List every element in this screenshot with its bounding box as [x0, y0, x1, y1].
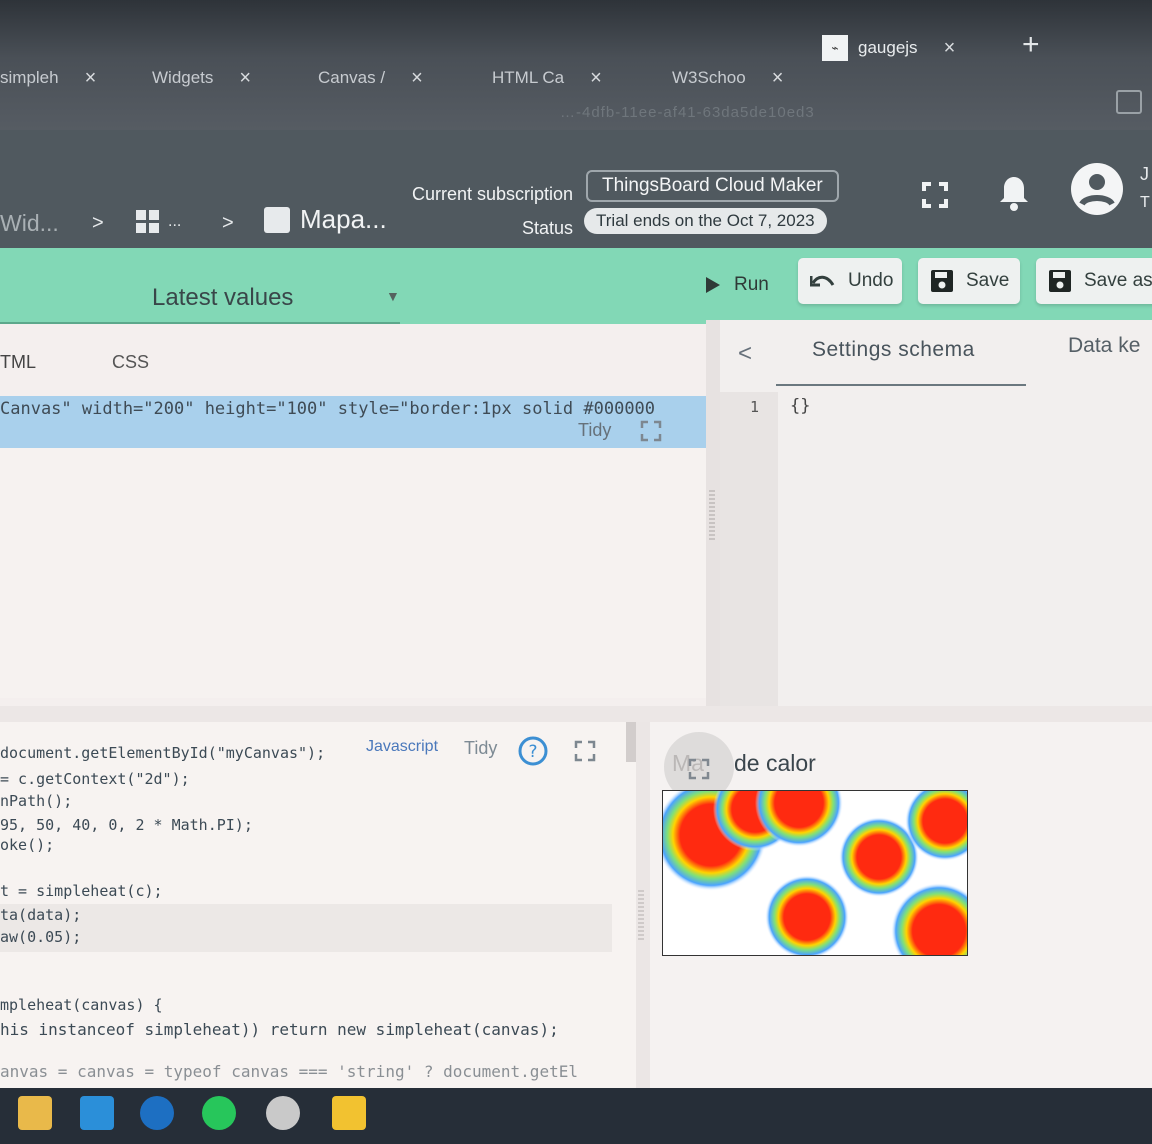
line-number-gutter	[720, 392, 778, 716]
code-line: anvas = canvas = typeof canvas === 'stri…	[0, 1062, 578, 1081]
undo-icon	[810, 275, 835, 287]
chart-widget-icon	[264, 206, 290, 233]
tab-label: HTML Ca	[492, 68, 565, 87]
undo-label: Undo	[848, 270, 894, 291]
breadcrumb-label: Mapa...	[300, 204, 387, 234]
new-tab-button[interactable]: +	[1022, 28, 1040, 62]
close-icon[interactable]: ×	[772, 67, 784, 90]
subscription-chip[interactable]: ThingsBoard Cloud Maker	[586, 170, 839, 202]
heat-spot	[891, 883, 967, 955]
tab-css[interactable]: CSS	[112, 352, 149, 373]
breadcrumb-current: Mapa...	[264, 204, 387, 235]
splitter-grip	[638, 890, 644, 940]
browser-tab[interactable]: Canvas / ×	[318, 62, 423, 94]
bell-icon[interactable]	[998, 174, 1030, 212]
save-as-button[interactable]: Save as	[1036, 258, 1152, 304]
tab-html[interactable]: TML	[0, 352, 36, 373]
fullscreen-icon[interactable]	[688, 758, 710, 780]
tab-data-keys[interactable]: Data ke	[1068, 334, 1140, 358]
play-icon	[706, 277, 720, 293]
floppy-disk-icon	[1049, 270, 1071, 292]
subscription-label: Current subscription	[412, 184, 574, 204]
browser-tab-active[interactable]: ⌁ gaugejs ×	[822, 32, 955, 64]
scrollbar[interactable]	[626, 722, 636, 762]
heatmap-canvas	[662, 790, 968, 956]
active-code-line	[0, 904, 612, 952]
heat-spot	[765, 875, 849, 955]
save-as-label: Save as	[1084, 270, 1152, 291]
close-icon[interactable]: ×	[85, 67, 97, 90]
code-line: nPath();	[0, 792, 73, 810]
close-icon[interactable]: ×	[411, 67, 423, 90]
close-icon[interactable]: ×	[590, 67, 602, 90]
html-tidy-button[interactable]: Tidy	[578, 420, 611, 441]
help-icon[interactable]: ?	[518, 736, 548, 766]
expand-icon[interactable]	[640, 420, 662, 442]
floppy-disk-icon	[931, 270, 953, 292]
save-label: Save	[966, 270, 1010, 291]
undo-button[interactable]: Undo	[798, 258, 902, 304]
breadcrumb-separator: >	[92, 212, 104, 234]
browser-tab[interactable]: W3Schoo ×	[672, 62, 783, 94]
js-tidy-button[interactable]: Tidy	[464, 738, 497, 759]
code-line: aw(0.05);	[0, 928, 82, 946]
code-line: oke();	[0, 836, 55, 854]
settings-panel	[720, 320, 1152, 716]
user-name: J	[1140, 164, 1149, 184]
splitter-grip	[709, 490, 715, 542]
line-number: 1	[750, 398, 760, 416]
widget-type-value: Latest values	[152, 284, 294, 311]
status-label: Status	[522, 218, 574, 238]
code-line: 95, 50, 40, 0, 2 * Math.PI);	[0, 816, 253, 834]
mail-icon[interactable]	[80, 1096, 114, 1130]
fullscreen-icon[interactable]	[922, 182, 948, 208]
widgets-bundle-icon	[136, 210, 159, 233]
browser-tab[interactable]: HTML Ca ×	[492, 62, 602, 94]
run-button[interactable]: Run	[706, 266, 769, 304]
close-icon[interactable]: ×	[239, 67, 251, 90]
bing-icon[interactable]	[140, 1096, 174, 1130]
extension-icon[interactable]	[1116, 90, 1142, 114]
account-circle-icon[interactable]	[1070, 162, 1124, 216]
breadcrumb-bundle[interactable]: ...	[134, 208, 181, 236]
tab-label: Canvas /	[318, 68, 386, 87]
code-line: his instanceof simpleheat)) return new s…	[0, 1020, 559, 1039]
code-line: ta(data);	[0, 906, 82, 924]
widget-title: de calor	[734, 750, 816, 776]
code-line: mpleheat(canvas) {	[0, 996, 163, 1014]
code-line: t = simpleheat(c);	[0, 882, 163, 900]
breadcrumb-label: ...	[168, 213, 182, 230]
chevron-left-icon[interactable]: <	[738, 340, 752, 368]
close-icon[interactable]: ×	[944, 37, 956, 60]
tab-label: Widgets	[152, 68, 214, 87]
browser-tab[interactable]: Widgets ×	[152, 62, 251, 94]
help-glyph: ?	[528, 742, 537, 762]
schema-code[interactable]: {}	[790, 396, 810, 416]
code-line: = c.getContext("2d");	[0, 770, 190, 788]
save-button[interactable]: Save	[918, 258, 1020, 304]
dropdown-arrow-icon: ▼	[386, 288, 400, 304]
html-code-line[interactable]: Canvas" width="200" height="100" style="…	[0, 399, 655, 419]
code-line: document.getElementById("myCanvas");	[0, 744, 326, 762]
trial-status-chip: Trial ends on the Oct 7, 2023	[584, 208, 827, 234]
browser-tab[interactable]: simpleh ×	[0, 62, 96, 94]
gauge-favicon-icon: ⌁	[822, 35, 848, 61]
breadcrumb-separator: >	[222, 212, 234, 234]
tab-label: gaugejs	[858, 38, 918, 57]
expand-icon[interactable]	[574, 740, 596, 762]
active-tab-underline	[776, 384, 1026, 386]
user-role: T	[1140, 194, 1150, 211]
tab-label: simpleh	[0, 68, 59, 87]
sticky-notes-icon[interactable]	[332, 1096, 366, 1130]
app-icon[interactable]	[266, 1096, 300, 1130]
file-explorer-icon[interactable]	[18, 1096, 52, 1130]
run-label: Run	[734, 274, 769, 295]
tab-label: W3Schoo	[672, 68, 746, 87]
tab-settings-schema[interactable]: Settings schema	[812, 338, 975, 362]
spotify-icon[interactable]	[202, 1096, 236, 1130]
url-fragment: …-4dfb-11ee-af41-63da5de10ed3	[560, 104, 815, 121]
language-label: Javascript	[366, 738, 439, 755]
breadcrumb-widgets[interactable]: Wid...	[0, 210, 59, 237]
